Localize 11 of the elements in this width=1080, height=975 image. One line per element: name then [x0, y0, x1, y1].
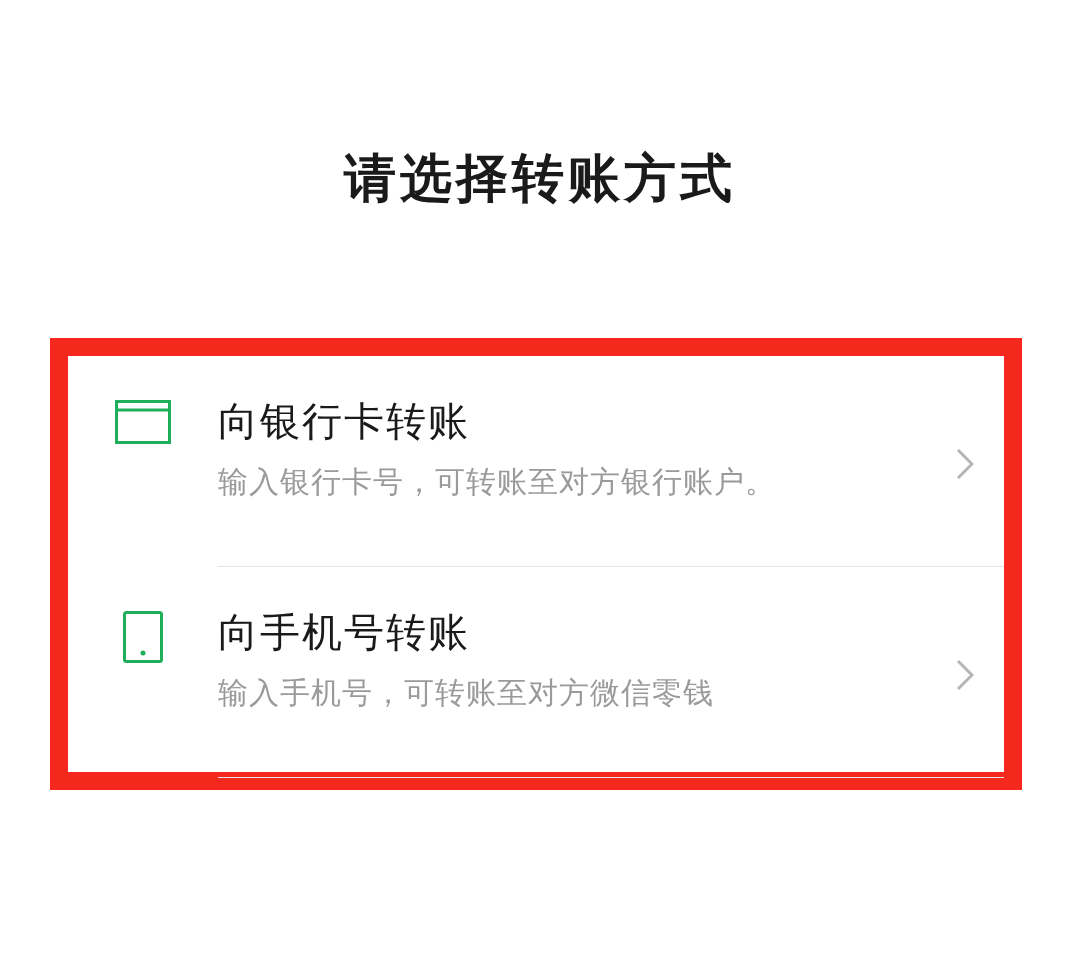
option-title: 向银行卡转账 [218, 397, 470, 446]
phone-icon [123, 611, 163, 663]
transfer-option[interactable]: 向手机号转账 输入手机号，可转账至对方微信零钱 [68, 567, 1004, 778]
card-icon [115, 400, 171, 444]
transfer-option[interactable]: 向银行卡转账 输入银行卡号，可转账至对方银行账户。 [68, 356, 1004, 567]
option-description: 输入手机号，可转账至对方微信零钱 [218, 674, 714, 712]
option-title: 向手机号转账 [218, 608, 470, 657]
option-description: 输入银行卡号，可转账至对方银行账户。 [218, 463, 776, 501]
chevron-icon [956, 448, 974, 480]
page-title: 请选择转账方式 [344, 147, 736, 210]
chevron-icon [956, 659, 974, 691]
